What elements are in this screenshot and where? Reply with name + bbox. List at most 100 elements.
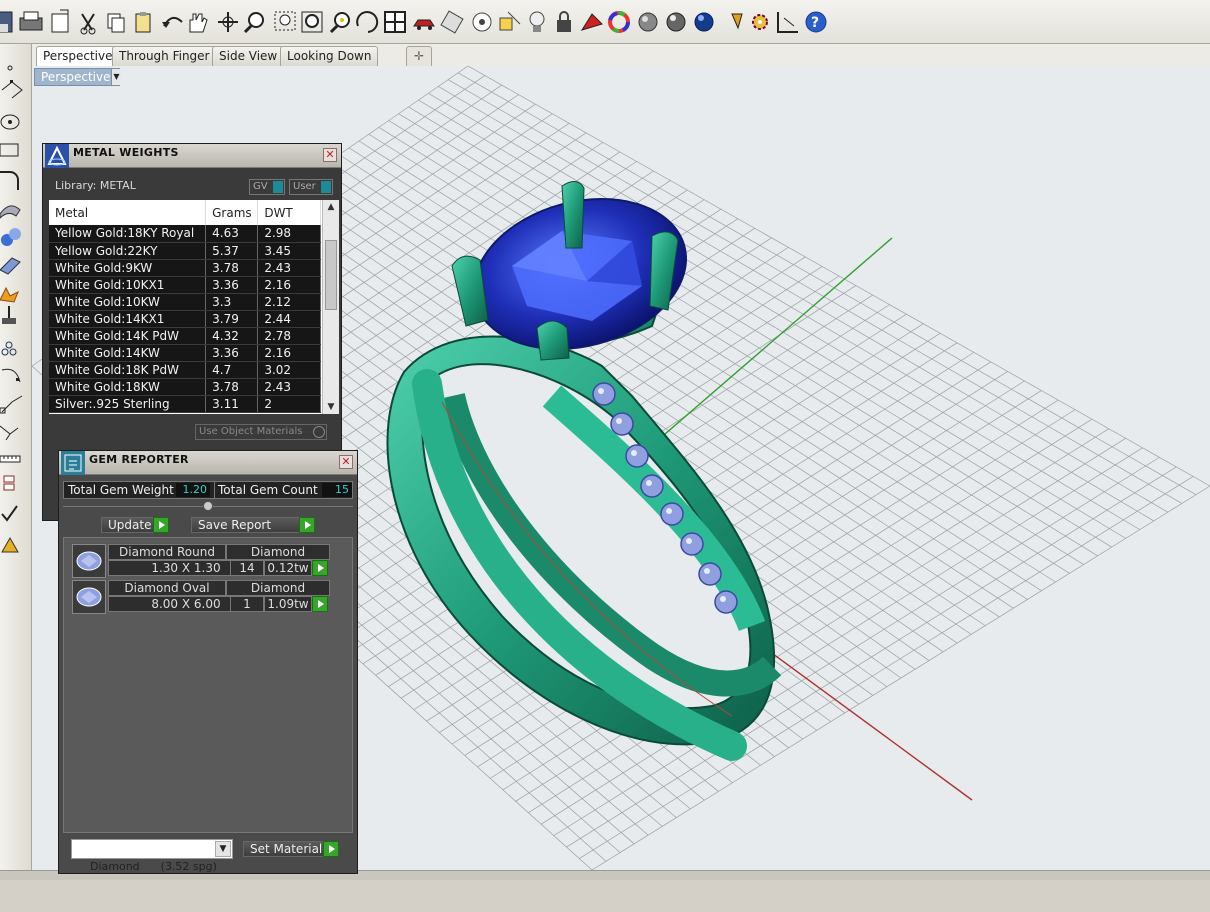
tab-side-view[interactable]: Side View <box>212 46 285 66</box>
rendered-sphere-icon[interactable] <box>666 12 686 32</box>
metal-cell-grams: 3.79 <box>205 310 259 328</box>
metal-row[interactable]: White Gold:9KW 3.78 2.43 <box>49 259 321 277</box>
metal-weights-close-button[interactable]: ✕ <box>323 148 337 162</box>
zoom-selected-icon[interactable] <box>329 12 350 34</box>
user-toggle-icon <box>321 181 331 193</box>
car-icon[interactable] <box>413 19 435 30</box>
pan-hand-icon[interactable] <box>189 13 208 33</box>
undo-icon[interactable] <box>162 16 183 28</box>
tab-through-finger[interactable]: Through Finger <box>112 46 217 66</box>
copy-icon[interactable] <box>107 13 125 33</box>
light-bulb-icon[interactable] <box>529 11 545 32</box>
point-icon[interactable] <box>7 65 13 71</box>
metal-cell-metal: White Gold:9KW <box>49 259 207 277</box>
object-properties-icon[interactable] <box>440 10 464 34</box>
gem-go-icon[interactable] <box>312 596 328 612</box>
stack-icon[interactable] <box>3 475 15 491</box>
zoom-icon[interactable] <box>243 12 264 34</box>
ruler-icon[interactable] <box>0 455 21 463</box>
zoom-window-icon[interactable] <box>274 11 296 31</box>
curve-edit-icon[interactable] <box>1 368 21 383</box>
column-header-dwt[interactable]: DWT <box>257 200 321 225</box>
metal-row[interactable]: Silver:.925 Sterling 3.11 2 <box>49 395 321 413</box>
save-report-button[interactable]: Save Report <box>191 517 315 533</box>
gem-reporter-close-button[interactable]: ✕ <box>339 455 353 469</box>
set-material-button[interactable]: Set Material <box>243 841 339 857</box>
update-button[interactable]: Update <box>101 517 169 533</box>
array-icon[interactable] <box>1 341 17 356</box>
move-icon[interactable] <box>218 12 238 32</box>
viewport-menu-arrow-icon[interactable]: ▼ <box>111 69 121 85</box>
save-icon[interactable] <box>0 11 13 33</box>
color-wheel-icon[interactable] <box>608 11 630 33</box>
tab-perspective[interactable]: Perspective <box>36 46 120 66</box>
user-toggle[interactable]: User <box>289 179 333 195</box>
paste-icon[interactable] <box>135 12 151 33</box>
metal-row[interactable]: White Gold:10KX1 3.36 2.16 <box>49 276 321 294</box>
render-icon[interactable] <box>580 13 603 31</box>
flag-icon[interactable] <box>731 13 743 30</box>
help-icon[interactable]: ? <box>805 11 827 33</box>
svg-text:?: ? <box>811 15 819 31</box>
tab-looking-down[interactable]: Looking Down <box>280 46 379 66</box>
paint-icon[interactable] <box>1 536 19 553</box>
zoom-extents-icon[interactable] <box>301 11 323 33</box>
metal-cell-grams: 3.78 <box>205 378 259 396</box>
target-icon[interactable] <box>472 12 492 32</box>
metal-cell-grams: 4.7 <box>205 361 259 379</box>
use-object-materials-button[interactable]: Use Object Materials <box>195 424 327 440</box>
gem-go-icon[interactable] <box>312 560 328 576</box>
column-header-grams[interactable]: Grams <box>205 200 259 225</box>
four-viewports-icon[interactable] <box>384 11 406 33</box>
metal-row[interactable]: White Gold:18KW 3.78 2.43 <box>49 378 321 396</box>
dimension-icon[interactable] <box>0 425 19 441</box>
metal-row[interactable]: White Gold:14K PdW 4.32 2.78 <box>49 327 321 345</box>
metal-row[interactable]: White Gold:10KW 3.3 2.12 <box>49 293 321 311</box>
polyline-icon[interactable] <box>1 80 23 99</box>
gem-reporter-icon <box>61 451 85 475</box>
shaded-sphere-icon[interactable] <box>638 12 658 32</box>
splitter-handle-icon[interactable] <box>203 501 213 511</box>
chevron-down-icon[interactable]: ▼ <box>215 841 231 857</box>
gv-toggle[interactable]: GV <box>249 179 285 195</box>
scroll-up-icon[interactable]: ▲ <box>325 202 337 212</box>
viewport-label[interactable]: Perspective ▼ <box>34 68 121 86</box>
print-icon[interactable] <box>19 11 43 31</box>
explode-icon[interactable] <box>0 286 19 303</box>
fillet-icon[interactable] <box>0 171 19 190</box>
metal-row[interactable]: White Gold:18K PdW 4.7 3.02 <box>49 361 321 379</box>
cut-icon[interactable] <box>80 13 96 35</box>
gem-reporter-titlebar[interactable]: GEM REPORTER ✕ <box>59 451 357 475</box>
column-header-metal[interactable]: Metal <box>49 200 207 225</box>
rectangle-icon[interactable] <box>0 143 19 157</box>
scroll-down-icon[interactable]: ▼ <box>325 402 337 412</box>
metal-row[interactable]: Yellow Gold:22KY 5.37 3.45 <box>49 242 321 260</box>
use-object-materials-label: Use Object Materials <box>199 426 303 437</box>
mesh-icon[interactable] <box>0 257 21 275</box>
metal-weights-titlebar[interactable]: METAL WEIGHTS ✕ <box>43 144 341 168</box>
snap-points-icon[interactable] <box>0 395 23 414</box>
metal-cell-dwt: 2.44 <box>257 310 321 328</box>
gem-row[interactable]: Diamond Oval Diamond 8.00 X 6.00 1 1.09tw <box>72 580 330 614</box>
metal-table-scrollbar[interactable]: ▲ ▼ <box>322 200 339 414</box>
material-select[interactable]: Diamond (3.52 spg) ▼ <box>71 839 233 873</box>
scroll-thumb[interactable] <box>325 240 337 310</box>
metal-row[interactable]: White Gold:14KW 3.36 2.16 <box>49 344 321 362</box>
circle-icon[interactable] <box>0 114 20 130</box>
pave-diamond-highlight <box>616 418 622 424</box>
surface-icon[interactable] <box>0 205 21 219</box>
spheres-icon[interactable] <box>1 228 21 246</box>
check-icon[interactable] <box>1 505 18 522</box>
lock-icon[interactable] <box>557 11 571 32</box>
metal-row[interactable]: White Gold:14KX1 3.79 2.44 <box>49 310 321 328</box>
transform-icon[interactable] <box>2 306 16 324</box>
add-tab-button[interactable]: ✛ <box>406 46 432 66</box>
gears-icon[interactable] <box>752 14 768 30</box>
rotate-view-icon[interactable] <box>356 11 379 33</box>
snap-icon[interactable] <box>777 12 798 33</box>
layer-tool-icon[interactable] <box>499 11 521 31</box>
new-layer-icon[interactable] <box>51 9 69 33</box>
blue-sphere-icon[interactable] <box>694 12 714 32</box>
gem-row[interactable]: Diamond Round Diamond 1.30 X 1.30 14 0.12tw <box>72 544 330 578</box>
metal-row[interactable]: Yellow Gold:18KY Royal 4.63 2.98 <box>49 225 321 243</box>
